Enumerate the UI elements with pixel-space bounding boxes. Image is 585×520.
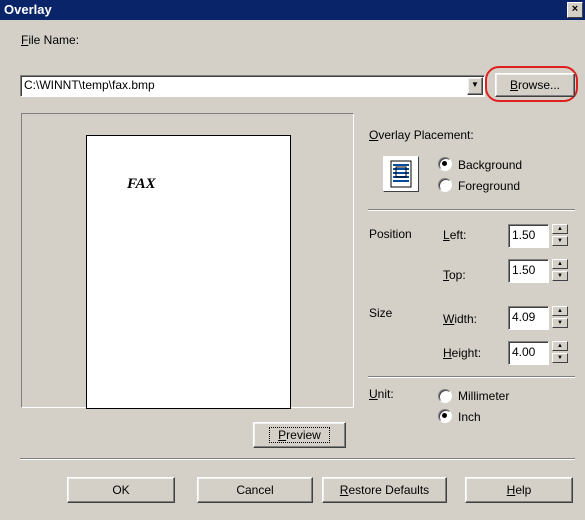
cancel-button[interactable]: Cancel bbox=[197, 477, 313, 503]
millimeter-radio-label: Millimeter bbox=[458, 389, 510, 403]
overlay-placement-label: Overlay Placement: bbox=[369, 128, 474, 142]
foreground-radio-label: Foreground bbox=[458, 179, 521, 193]
width-spinner[interactable]: ▲ ▼ bbox=[552, 306, 568, 330]
spin-down-icon[interactable]: ▼ bbox=[552, 271, 568, 281]
position-label: Position bbox=[369, 227, 412, 241]
preview-page: FAX bbox=[86, 135, 291, 409]
inch-radio[interactable] bbox=[438, 409, 452, 423]
spin-down-icon[interactable]: ▼ bbox=[552, 318, 568, 328]
size-label: Size bbox=[369, 306, 393, 320]
divider bbox=[368, 209, 575, 211]
window-title: Overlay bbox=[4, 2, 52, 17]
inch-radio-label: Inch bbox=[458, 410, 481, 424]
spin-down-icon[interactable]: ▼ bbox=[552, 353, 568, 363]
preview-button[interactable]: Preview bbox=[253, 422, 346, 448]
file-dropdown-button[interactable]: ▼ bbox=[467, 77, 483, 95]
spin-up-icon[interactable]: ▲ bbox=[552, 341, 568, 351]
width-input[interactable]: 4.09 bbox=[508, 306, 549, 330]
foreground-radio[interactable] bbox=[438, 178, 452, 192]
file-name-input[interactable]: C:\WINNT\temp\fax.bmp bbox=[20, 75, 485, 97]
close-icon[interactable]: × bbox=[567, 2, 583, 18]
chevron-down-icon: ▼ bbox=[471, 80, 479, 89]
spin-up-icon[interactable]: ▲ bbox=[552, 306, 568, 316]
top-label: Top: bbox=[443, 268, 466, 282]
restore-defaults-button[interactable]: Restore Defaults bbox=[322, 477, 447, 503]
top-input[interactable]: 1.50 bbox=[508, 259, 549, 283]
spin-up-icon[interactable]: ▲ bbox=[552, 259, 568, 269]
file-name-label: File Name: bbox=[21, 33, 80, 47]
height-spinner[interactable]: ▲ ▼ bbox=[552, 341, 568, 365]
overlay-dialog: Overlay × File Name: C:\WINNT\temp\fax.b… bbox=[0, 0, 585, 520]
footer-divider bbox=[20, 458, 575, 460]
width-label: Width: bbox=[443, 312, 478, 326]
preview-page-text: FAX bbox=[127, 176, 156, 192]
left-input[interactable]: 1.50 bbox=[508, 224, 549, 248]
browse-button[interactable]: Browse... bbox=[495, 73, 575, 97]
left-label: Left: bbox=[443, 228, 467, 242]
millimeter-radio[interactable] bbox=[438, 389, 452, 403]
height-input[interactable]: 4.00 bbox=[508, 341, 549, 365]
preview-pane: FAX bbox=[21, 113, 354, 409]
height-label: Height: bbox=[443, 346, 482, 360]
background-radio[interactable] bbox=[438, 157, 452, 171]
file-name-value: C:\WINNT\temp\fax.bmp bbox=[24, 78, 155, 92]
background-radio-label: Background bbox=[458, 158, 523, 172]
title-bar: Overlay × bbox=[0, 0, 585, 20]
ok-button[interactable]: OK bbox=[67, 477, 175, 503]
help-button[interactable]: Help bbox=[465, 477, 573, 503]
background-placement-icon bbox=[383, 156, 419, 192]
left-spinner[interactable]: ▲ ▼ bbox=[552, 224, 568, 248]
divider bbox=[368, 376, 575, 378]
unit-label: Unit: bbox=[369, 387, 394, 401]
spin-down-icon[interactable]: ▼ bbox=[552, 236, 568, 246]
spin-up-icon[interactable]: ▲ bbox=[552, 224, 568, 234]
top-spinner[interactable]: ▲ ▼ bbox=[552, 259, 568, 283]
